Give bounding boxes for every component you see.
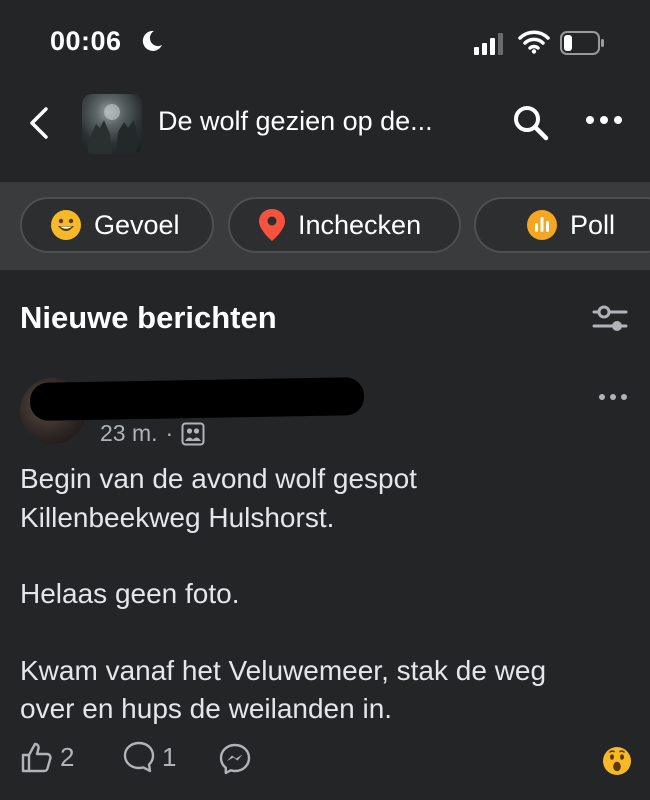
post-timestamp[interactable]: 23 m. bbox=[100, 420, 158, 447]
more-options-icon[interactable] bbox=[584, 114, 624, 126]
status-bar: 00:06 bbox=[0, 0, 650, 88]
post-line: over en hups de weilanden in. bbox=[20, 693, 393, 724]
moon-icon bbox=[142, 30, 162, 51]
like-count: 2 bbox=[60, 741, 75, 772]
feeling-label: Gevoel bbox=[94, 209, 180, 240]
cellular-signal-icon bbox=[474, 33, 503, 55]
composer-action-strip: Gevoel Inchecken Poll bbox=[0, 182, 650, 270]
thumbs-up-icon bbox=[21, 742, 52, 773]
back-arrow-icon[interactable] bbox=[26, 106, 52, 140]
post-action-bar: 2 1 bbox=[0, 740, 650, 784]
comment-count: 1 bbox=[162, 741, 177, 772]
comment-button[interactable]: 1 bbox=[122, 740, 176, 774]
like-button[interactable]: 2 bbox=[20, 740, 74, 774]
group-title[interactable]: De wolf gezien op de... bbox=[158, 106, 433, 137]
post-line: Helaas geen foto. bbox=[20, 578, 240, 609]
post-line: Killenbeekweg Hulshorst. bbox=[20, 501, 335, 533]
poll-button[interactable]: Poll bbox=[474, 197, 650, 253]
post-paragraph-3: Kwam vanaf het Veluwemeer, stak de weg o… bbox=[20, 652, 630, 729]
poll-icon bbox=[527, 210, 557, 240]
battery-icon bbox=[560, 31, 604, 55]
group-members-icon bbox=[181, 422, 205, 445]
post-meta: 23 m. · bbox=[100, 420, 205, 447]
status-time: 00:06 bbox=[50, 26, 122, 56]
group-nav-bar: De wolf gezien op de... bbox=[0, 88, 650, 182]
post-line: Kwam vanaf het Veluwemeer, stak de weg bbox=[20, 654, 547, 686]
checkin-button[interactable]: Inchecken bbox=[228, 197, 461, 253]
meta-separator: · bbox=[165, 420, 174, 446]
search-icon[interactable] bbox=[512, 104, 550, 142]
wifi-icon bbox=[518, 30, 550, 54]
wolf-image-icon bbox=[88, 104, 138, 154]
filter-sliders-icon[interactable] bbox=[592, 304, 628, 334]
post-paragraph-1: Begin van de avond wolf gespot Killenbee… bbox=[20, 460, 630, 537]
feed-post: 23 m. · Begin van de avond wolf gespot K… bbox=[0, 350, 650, 800]
comment-bubble-icon bbox=[123, 741, 155, 773]
group-thumbnail[interactable] bbox=[82, 94, 142, 154]
post-more-options-icon[interactable] bbox=[598, 392, 628, 402]
author-name-redacted[interactable] bbox=[29, 377, 365, 421]
section-title: Nieuwe berichten bbox=[20, 300, 277, 335]
location-pin-icon bbox=[259, 209, 285, 241]
smiley-icon bbox=[51, 210, 81, 240]
wow-icon[interactable] bbox=[602, 746, 632, 776]
poll-label: Poll bbox=[570, 209, 616, 240]
checkin-label: Inchecken bbox=[298, 209, 422, 240]
feed-section-header: Nieuwe berichten bbox=[0, 270, 650, 350]
feeling-button[interactable]: Gevoel bbox=[20, 197, 214, 253]
post-paragraph-2: Helaas geen foto. bbox=[20, 575, 630, 614]
post-body: Begin van de avond wolf gespot Killenbee… bbox=[20, 460, 630, 729]
post-line: Begin van de avond wolf gespot bbox=[20, 463, 417, 494]
messenger-share-icon[interactable] bbox=[218, 742, 252, 776]
